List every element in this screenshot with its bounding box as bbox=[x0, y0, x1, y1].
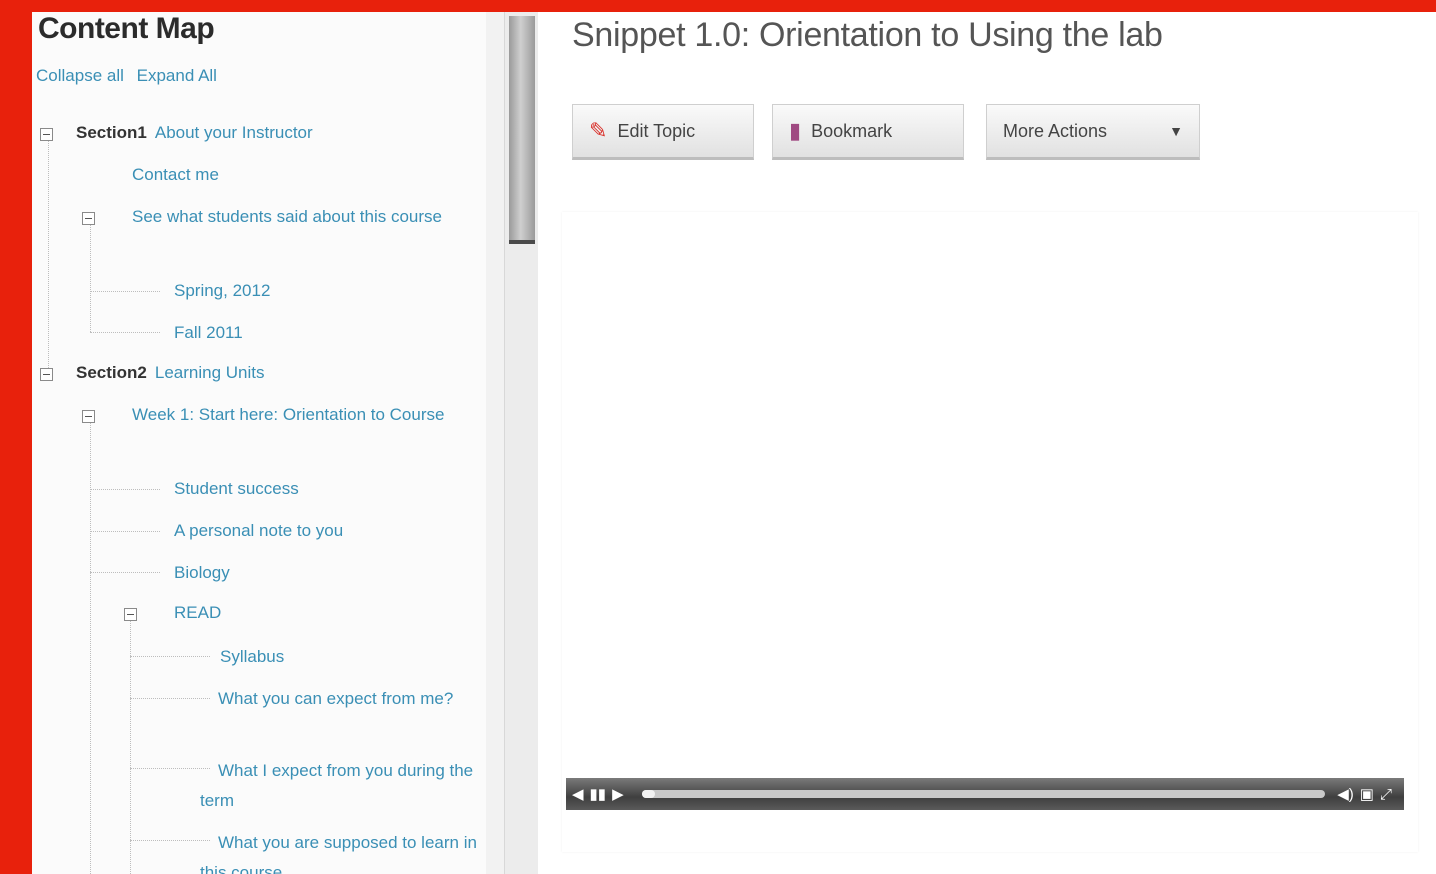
collapse-all-link[interactable]: Collapse all bbox=[36, 66, 124, 85]
bookmark-label: Bookmark bbox=[811, 120, 893, 141]
tree-guide bbox=[90, 531, 160, 532]
play-pause-icon[interactable]: ▮▮ bbox=[590, 785, 607, 803]
pencil-icon: ✎ bbox=[589, 118, 608, 143]
collapse-toggle-icon[interactable] bbox=[124, 608, 137, 621]
tree-item-fall-2011[interactable]: Fall 2011 bbox=[174, 318, 243, 348]
tree-item-week1[interactable]: Week 1: Start here: Orientation to Cours… bbox=[114, 400, 474, 430]
tree-item-biology[interactable]: Biology bbox=[174, 558, 230, 588]
tree-guide bbox=[90, 220, 91, 332]
page-title: Snippet 1.0: Orientation to Using the la… bbox=[572, 16, 1163, 54]
main-content: Snippet 1.0: Orientation to Using the la… bbox=[538, 12, 1436, 874]
tree-item-contact-me[interactable]: Contact me bbox=[132, 160, 219, 190]
volume-icon[interactable]: ◀) bbox=[1337, 785, 1354, 803]
tree-panel-edge bbox=[486, 12, 504, 874]
tree-guide bbox=[130, 612, 131, 874]
tree-guide bbox=[48, 134, 49, 374]
collapse-toggle-icon[interactable] bbox=[40, 128, 53, 141]
progress-fill bbox=[641, 790, 656, 798]
section-label: Section1 bbox=[76, 123, 147, 142]
video-controls-bar: ◀ ▮▮ ▶ ◀) ▣ ⤢ bbox=[566, 778, 1404, 810]
rewind-icon[interactable]: ◀ bbox=[572, 785, 584, 803]
tree-item-expect-from-me[interactable]: What you can expect from me? bbox=[200, 684, 490, 714]
bookmark-icon: ▮ bbox=[789, 118, 802, 143]
edit-topic-label: Edit Topic bbox=[617, 120, 696, 141]
collapse-toggle-icon[interactable] bbox=[40, 368, 53, 381]
content-map-title: Content Map bbox=[38, 12, 215, 45]
tree-guide bbox=[90, 572, 160, 573]
tree-item-section2[interactable]: Section2 Learning Units bbox=[76, 358, 264, 388]
tree-item-see-what-students-said[interactable]: See what students said about this course bbox=[114, 202, 474, 232]
tree-controls: Collapse all Expand All bbox=[36, 66, 225, 86]
tree-item-section1[interactable]: Section1 About your Instructor bbox=[76, 118, 313, 148]
forward-icon[interactable]: ▶ bbox=[612, 785, 624, 803]
tree-item-syllabus[interactable]: Syllabus bbox=[220, 642, 284, 672]
tree-guide bbox=[130, 840, 210, 841]
tree-item-i-expect-from-you[interactable]: What I expect from you during the term bbox=[200, 756, 490, 816]
collapse-toggle-icon[interactable] bbox=[82, 410, 95, 423]
tree-guide bbox=[130, 768, 210, 769]
section-title: About your Instructor bbox=[154, 123, 313, 142]
bookmark-button[interactable]: ▮ Bookmark bbox=[772, 104, 964, 160]
scrollbar-thumb[interactable] bbox=[509, 16, 535, 244]
edit-topic-button[interactable]: ✎ Edit Topic bbox=[572, 104, 754, 160]
content-map-scrollbar[interactable] bbox=[504, 12, 540, 874]
tree-item-personal-note[interactable]: A personal note to you bbox=[174, 516, 343, 546]
section-label: Section2 bbox=[76, 363, 147, 382]
tree-guide bbox=[90, 291, 160, 292]
tree-item-student-success[interactable]: Student success bbox=[174, 474, 299, 504]
tree-item-supposed-to-learn[interactable]: What you are supposed to learn in this c… bbox=[200, 828, 490, 874]
tree-guide bbox=[90, 332, 160, 333]
tree-guide bbox=[130, 698, 210, 699]
app-window: Content Map Collapse all Expand All Sect… bbox=[32, 12, 1436, 874]
tree-item-read[interactable]: READ bbox=[174, 598, 221, 628]
more-actions-label: More Actions bbox=[1003, 120, 1108, 141]
tree-guide bbox=[130, 656, 210, 657]
tree-guide bbox=[90, 489, 160, 490]
fullscreen-icon[interactable]: ⤢ bbox=[1380, 786, 1392, 803]
video-player-area[interactable] bbox=[562, 212, 1418, 852]
captions-icon[interactable]: ▣ bbox=[1360, 785, 1374, 803]
more-actions-dropdown[interactable]: More Actions ▼ bbox=[986, 104, 1200, 160]
progress-track[interactable] bbox=[641, 790, 1326, 798]
section-title: Learning Units bbox=[154, 363, 265, 382]
content-map-panel: Content Map Collapse all Expand All Sect… bbox=[32, 12, 504, 874]
chevron-down-icon: ▼ bbox=[1169, 123, 1183, 139]
expand-all-link[interactable]: Expand All bbox=[137, 66, 217, 85]
collapse-toggle-icon[interactable] bbox=[82, 212, 95, 225]
tree-guide bbox=[90, 416, 91, 874]
tree-item-spring-2012[interactable]: Spring, 2012 bbox=[174, 276, 270, 306]
